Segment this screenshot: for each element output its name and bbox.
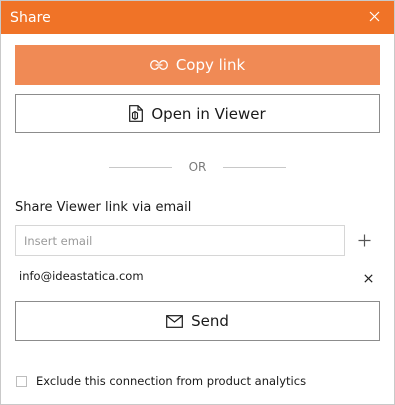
remove-recipient-button[interactable] bbox=[362, 271, 374, 283]
share-dialog: Share Copy link Open in Viewer OR Share … bbox=[0, 0, 395, 405]
send-label: Send bbox=[191, 312, 229, 330]
viewer-document-icon bbox=[129, 105, 144, 122]
title-bar: Share bbox=[1, 1, 394, 34]
copy-link-label: Copy link bbox=[175, 56, 246, 74]
open-in-viewer-button[interactable]: Open in Viewer bbox=[15, 94, 380, 133]
email-section-label: Share Viewer link via email bbox=[15, 200, 192, 215]
exclude-analytics-checkbox[interactable] bbox=[16, 375, 27, 387]
link-icon bbox=[149, 60, 168, 70]
close-icon bbox=[363, 268, 373, 287]
exclude-analytics-label: Exclude this connection from product ana… bbox=[36, 374, 307, 388]
or-divider: OR bbox=[1, 159, 394, 175]
copy-link-button[interactable]: Copy link bbox=[15, 45, 380, 85]
envelope-icon bbox=[166, 314, 184, 328]
add-email-button[interactable] bbox=[354, 231, 374, 251]
divider-line-left bbox=[108, 166, 172, 168]
divider-line-right bbox=[223, 166, 287, 168]
close-icon[interactable] bbox=[369, 11, 380, 25]
send-button[interactable]: Send bbox=[15, 301, 380, 341]
dialog-title: Share bbox=[10, 9, 51, 26]
plus-icon bbox=[358, 232, 371, 251]
exclude-analytics-option: Exclude this connection from product ana… bbox=[16, 374, 306, 388]
email-input[interactable] bbox=[15, 225, 345, 256]
or-label: OR bbox=[188, 160, 207, 174]
recipient-email: info@ideastatica.com bbox=[19, 269, 144, 283]
open-in-viewer-label: Open in Viewer bbox=[151, 104, 266, 123]
